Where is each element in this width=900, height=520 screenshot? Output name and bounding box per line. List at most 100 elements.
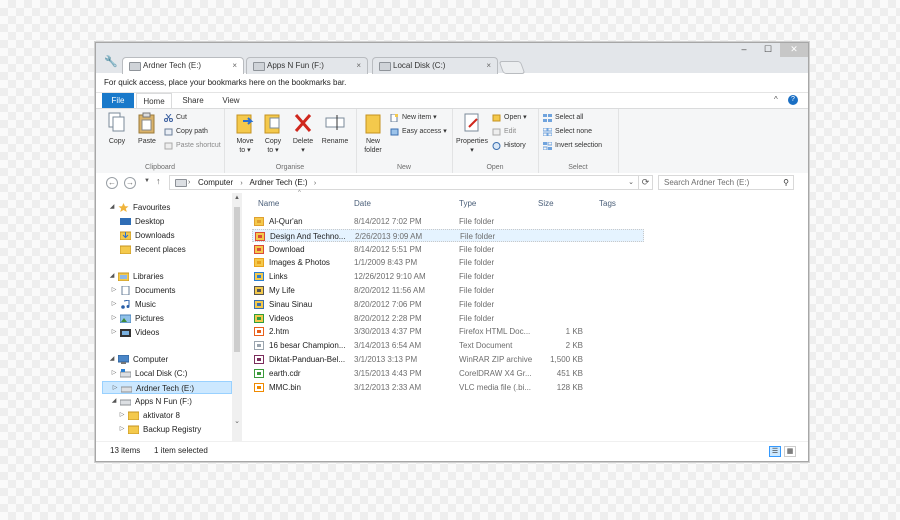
select-all-button[interactable]: Select all	[543, 111, 583, 124]
address-bar[interactable]: › Computer › Ardner Tech (E:) › ⌄	[169, 175, 639, 190]
file-row[interactable]: Download 8/14/2012 5:51 PM File folder	[252, 243, 644, 256]
documents-icon	[121, 286, 130, 295]
tab-local-disk[interactable]: Local Disk (C:) ×	[372, 57, 498, 74]
column-header-date[interactable]: Date	[354, 197, 371, 211]
collapse-ribbon-icon[interactable]: ^	[774, 95, 778, 104]
column-header-name[interactable]: Name	[258, 197, 279, 211]
expand-icon[interactable]: ▷	[110, 312, 118, 325]
select-none-button[interactable]: Select none	[543, 125, 592, 138]
expand-icon[interactable]: ▷	[110, 284, 118, 297]
tab-file[interactable]: File	[102, 93, 134, 108]
expand-icon[interactable]: ▷	[110, 326, 118, 339]
address-row: ← → ▼ ↑ › Computer › Ardner Tech (E:) › …	[96, 173, 808, 193]
breadcrumb-chevron-icon[interactable]: ›	[188, 176, 190, 189]
file-row[interactable]: Images & Photos 1/1/2009 8:43 PM File fold…	[252, 256, 644, 269]
history-icon	[492, 142, 501, 150]
recent-locations-icon[interactable]: ▼	[144, 178, 150, 184]
copy-path-button[interactable]: Copy path	[164, 125, 208, 138]
file-type: CorelDRAW X4 Gr...	[459, 368, 532, 378]
move-to-button[interactable]: Move to ▾	[230, 111, 260, 155]
column-header-tags[interactable]: Tags	[599, 197, 616, 211]
file-type: Firefox HTML Doc...	[459, 327, 531, 337]
paste-button[interactable]: Paste	[132, 111, 162, 146]
help-icon[interactable]: ?	[788, 95, 798, 105]
file-row[interactable]: Sinau Sinau 8/20/2012 7:06 PM File folder	[252, 298, 644, 311]
forward-button[interactable]: →	[124, 177, 136, 189]
paste-shortcut-button[interactable]: Paste shortcut	[164, 139, 221, 152]
properties-button[interactable]: Properties ▾	[454, 111, 490, 155]
item-count: 13 items	[110, 446, 141, 455]
cut-button[interactable]: Cut	[164, 111, 187, 124]
address-dropdown-icon[interactable]: ⌄	[628, 176, 634, 189]
rename-button[interactable]: Rename	[320, 111, 350, 146]
expand-icon[interactable]: ▷	[110, 298, 118, 311]
column-header-size[interactable]: Size	[538, 197, 554, 211]
edit-button[interactable]: Edit	[492, 125, 516, 138]
scroll-thumb[interactable]	[234, 207, 240, 352]
file-row[interactable]: Design And Techno... 2/26/2013 9:09 AM Fil…	[252, 228, 644, 242]
tab-ardner-tech[interactable]: Ardner Tech (E:) ×	[122, 57, 244, 75]
expand-icon[interactable]: ▷	[111, 382, 119, 395]
new-folder-button[interactable]: New folder	[358, 111, 388, 155]
invert-selection-button[interactable]: Invert selection	[543, 139, 602, 152]
back-button[interactable]: ←	[106, 177, 118, 189]
copy-label: Copy	[108, 138, 126, 145]
scroll-down-icon[interactable]: ⌄	[232, 417, 242, 427]
sort-ascending-icon: ^	[298, 190, 301, 196]
history-button[interactable]: History	[492, 139, 526, 152]
breadcrumb-ardner-tech[interactable]: Ardner Tech (E:)	[249, 178, 307, 187]
close-window-button[interactable]: ✕	[780, 43, 808, 57]
breadcrumb-chevron-icon[interactable]: ›	[310, 180, 320, 187]
file-row[interactable]: earth.cdr 3/15/2013 4:43 PM CorelDRAW X4 G…	[252, 367, 644, 380]
breadcrumb-chevron-icon[interactable]: ›	[235, 180, 247, 187]
close-tab-icon[interactable]: ×	[356, 58, 361, 74]
wrench-icon[interactable]: 🔧	[104, 55, 118, 68]
close-tab-icon[interactable]: ×	[486, 58, 491, 74]
expand-icon[interactable]: ▷	[118, 423, 126, 436]
scroll-up-icon[interactable]: ▲	[232, 193, 242, 203]
up-arrow-icon[interactable]: ↑	[156, 176, 161, 186]
new-item-button[interactable]: New item ▾	[390, 111, 437, 124]
file-row[interactable]: MMC.bin 3/12/2013 2:33 AM VLC media file (…	[252, 381, 644, 394]
tab-apps-n-fun[interactable]: Apps N Fun (F:) ×	[246, 57, 368, 74]
refresh-button[interactable]: ⟳	[639, 175, 653, 190]
minimize-button[interactable]: –	[732, 43, 756, 57]
file-row[interactable]: Videos 8/20/2012 2:28 PM File folder	[252, 312, 644, 325]
delete-button[interactable]: Delete ▾	[288, 111, 318, 155]
new-folder-icon	[365, 114, 381, 134]
maximize-button[interactable]: ☐	[756, 43, 780, 57]
close-tab-icon[interactable]: ×	[232, 58, 237, 74]
new-tab-button[interactable]	[498, 61, 526, 74]
tab-home[interactable]: Home	[136, 93, 172, 108]
expand-icon[interactable]: ◢	[108, 201, 116, 214]
copy-button[interactable]: Copy	[102, 111, 132, 146]
copy-to-button[interactable]: Copy to ▾	[258, 111, 288, 155]
computer-icon	[118, 355, 129, 364]
open-button[interactable]: Open ▾	[492, 111, 527, 124]
expand-icon[interactable]: ◢	[110, 395, 118, 408]
file-row[interactable]: My Life 8/20/2012 11:56 AM File folder	[252, 284, 644, 297]
file-row[interactable]: Links 12/26/2012 9:10 AM File folder	[252, 270, 644, 283]
breadcrumb-computer[interactable]: Computer	[198, 178, 233, 187]
details-view-icon[interactable]: ☰	[769, 446, 781, 457]
search-input[interactable]: Search Ardner Tech (E:) ⚲	[658, 175, 794, 190]
easy-access-button[interactable]: Easy access ▾	[390, 125, 447, 138]
large-icons-view-icon[interactable]: ▦	[784, 446, 796, 457]
file-name: Download	[269, 244, 305, 254]
nav-ardner-tech-selected[interactable]: ▷ Ardner Tech (E:)	[102, 381, 232, 394]
copy-to-icon	[264, 114, 280, 134]
nav-pane-scrollbar[interactable]: ▲ ⌄	[232, 193, 242, 441]
easy-access-icon	[390, 128, 399, 136]
expand-icon[interactable]: ◢	[108, 270, 116, 283]
expand-icon[interactable]: ▷	[118, 409, 126, 422]
file-row[interactable]: 2.htm 3/30/2013 4:37 PM Firefox HTML Doc..…	[252, 325, 644, 338]
file-row[interactable]: 16 besar Champion... 3/14/2013 6:54 AM Tex…	[252, 339, 644, 352]
expand-icon[interactable]: ▷	[110, 367, 118, 380]
tab-share[interactable]: Share	[178, 93, 208, 108]
expand-icon[interactable]: ◢	[108, 353, 116, 366]
file-row[interactable]: Diktat-Panduan-Bel... 3/1/2013 3:13 PM Win…	[252, 353, 644, 366]
file-row[interactable]: Al-Qur'an 8/14/2012 7:02 PM File folder	[252, 215, 644, 228]
column-header-type[interactable]: Type	[459, 197, 476, 211]
tab-view[interactable]: View	[216, 93, 246, 108]
download-folder-icon	[254, 244, 264, 254]
